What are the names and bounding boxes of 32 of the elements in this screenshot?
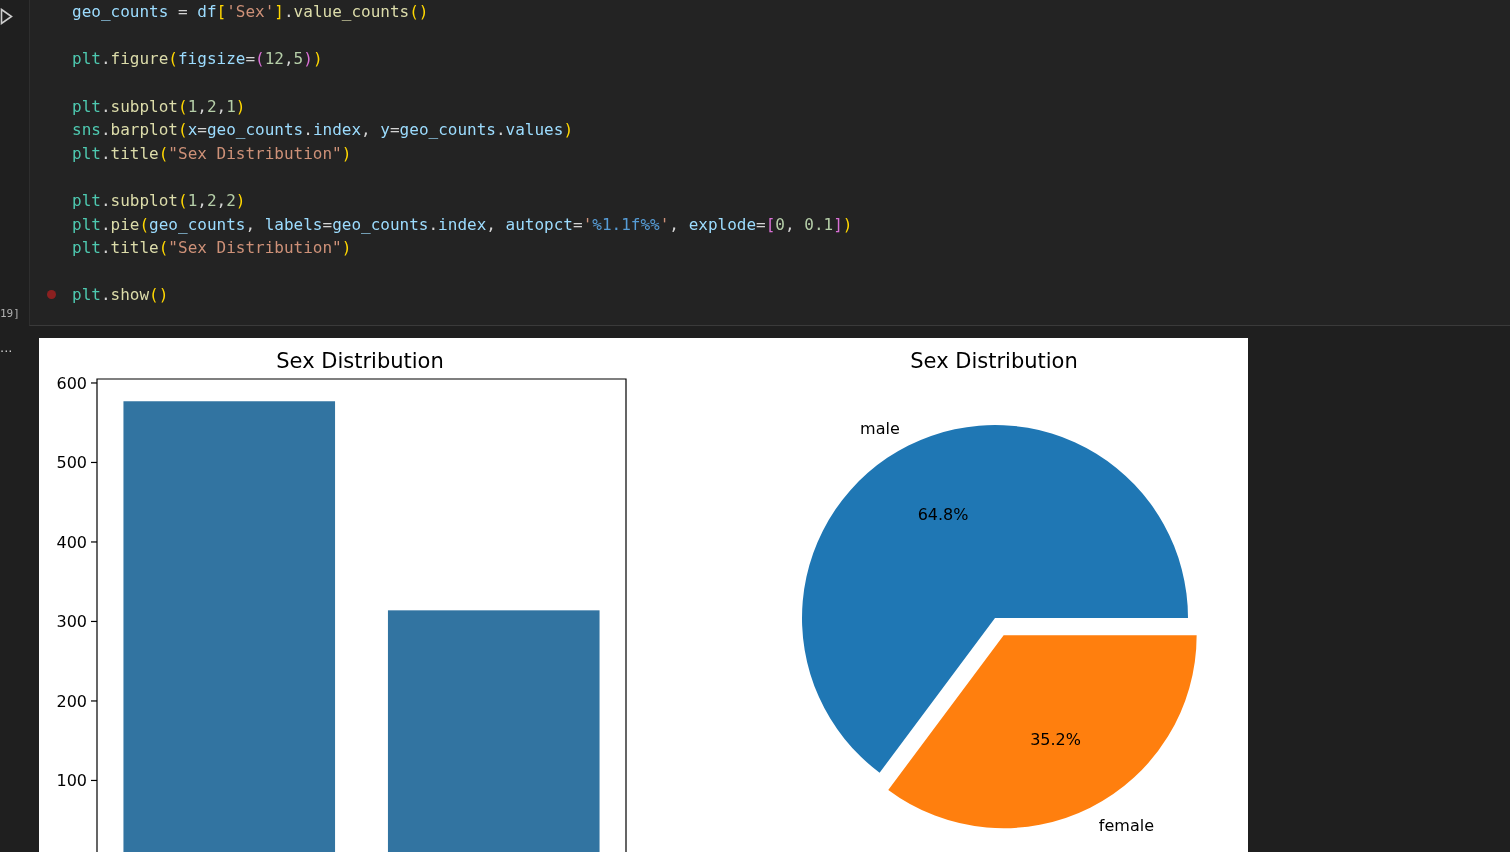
code-line: sns.barplot(x=geo_counts.index, y=geo_counts.values) bbox=[72, 120, 573, 140]
slice-label: male bbox=[860, 419, 900, 439]
tick-label: 100 bbox=[56, 771, 87, 791]
tick-label: 600 bbox=[56, 373, 87, 393]
tick-label: 400 bbox=[56, 532, 87, 552]
tick-mark bbox=[90, 620, 98, 623]
slice-label: female bbox=[1098, 816, 1154, 835]
tick-mark bbox=[90, 382, 98, 384]
code-line: plt.pie(geo_counts, labels=geo_counts.index, autopct='%1.1f%%', explode=[0, 0.1]) bbox=[72, 214, 853, 234]
code-line: geo_counts = df['Sex'].value_counts() bbox=[72, 2, 429, 22]
chart-title: Sex Distribution bbox=[276, 349, 444, 373]
code-editor[interactable] bbox=[29, 0, 1510, 326]
code-line: plt.subplot(1,2,2) bbox=[72, 191, 246, 211]
breakpoint-dot[interactable] bbox=[46, 290, 56, 300]
percent-label: 64.8% bbox=[917, 505, 969, 525]
tick-label: 500 bbox=[56, 453, 87, 473]
code-line: plt.title("Sex Distribution") bbox=[72, 238, 352, 258]
execution-count: 19] bbox=[0, 307, 20, 320]
code-line: plt.show() bbox=[72, 285, 169, 305]
percent-label: 35.2% bbox=[1030, 729, 1081, 749]
chart-title: Sex Distribution bbox=[910, 349, 1078, 373]
tick-mark bbox=[90, 541, 98, 543]
output-menu[interactable]: ... bbox=[0, 343, 13, 353]
tick-mark bbox=[90, 779, 98, 782]
code-line: plt.subplot(1,2,1) bbox=[72, 96, 246, 116]
tick-label: 200 bbox=[56, 691, 87, 711]
code-line: plt.figure(figsize=(12,5)) bbox=[72, 49, 323, 69]
code-line: plt.title("Sex Distribution") bbox=[72, 143, 352, 163]
tick-mark bbox=[90, 461, 98, 464]
run-icon[interactable] bbox=[0, 8, 13, 25]
tick-mark bbox=[90, 700, 98, 702]
tick-label: 300 bbox=[56, 612, 87, 632]
